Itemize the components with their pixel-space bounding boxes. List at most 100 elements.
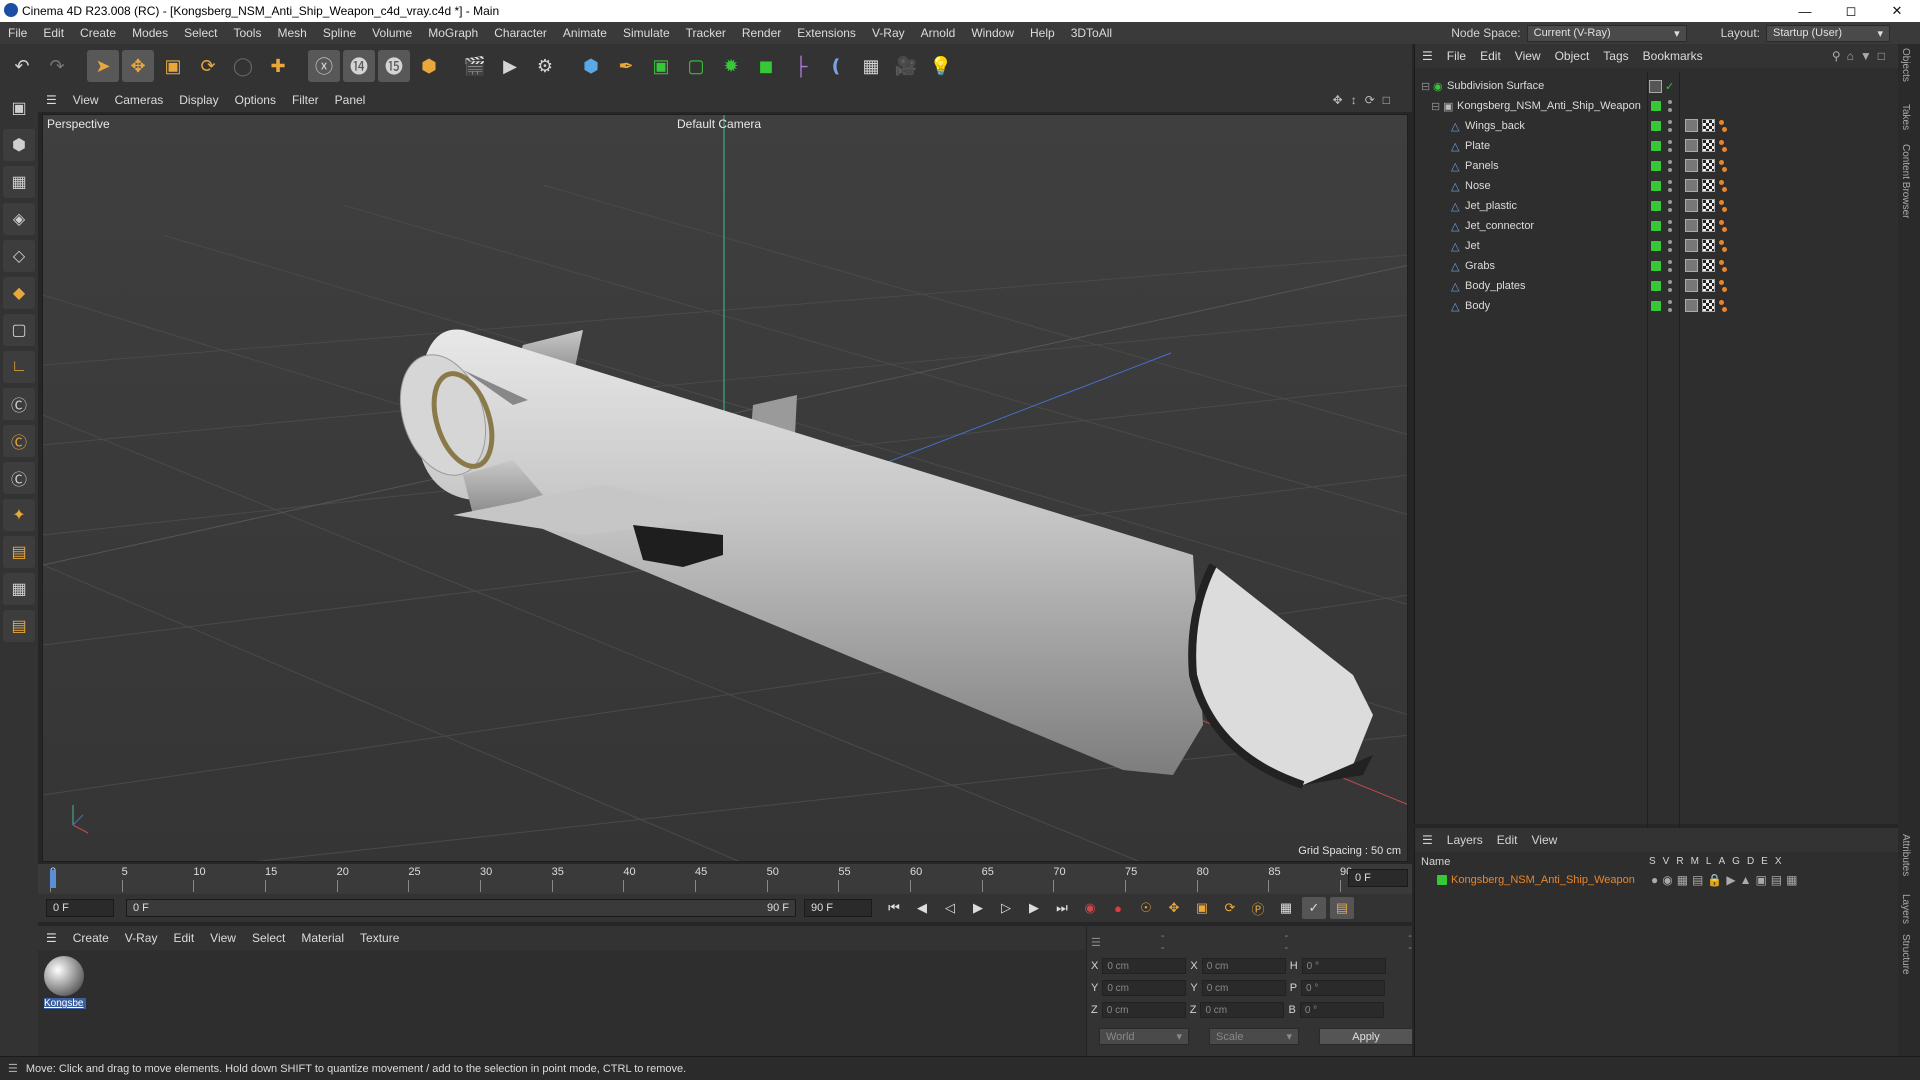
menu-mograph[interactable]: MoGraph bbox=[420, 26, 486, 40]
snap-icon[interactable]: Ⓒ bbox=[3, 388, 35, 420]
mograph-cloner-icon[interactable]: ◼ bbox=[750, 50, 782, 82]
layout-dropdown[interactable]: Startup (User) ▾ bbox=[1766, 24, 1890, 42]
position-z-input[interactable]: 0 cm bbox=[1101, 1002, 1186, 1018]
menu-mesh[interactable]: Mesh bbox=[269, 26, 314, 40]
object-row[interactable]: △ Body_plates bbox=[1415, 276, 1899, 296]
menu-simulate[interactable]: Simulate bbox=[615, 26, 678, 40]
scale-tool-icon[interactable]: ▣ bbox=[157, 50, 189, 82]
current-frame-field[interactable]: 0 F bbox=[1348, 869, 1408, 887]
previous-frame-icon[interactable]: ◁ bbox=[938, 897, 962, 919]
selection-tag-icon[interactable] bbox=[1722, 267, 1727, 272]
layer-row[interactable]: Kongsberg_NSM_Anti_Ship_Weapon ●◉▦▤🔒▶▲▣▤… bbox=[1415, 870, 1899, 890]
size-z-input[interactable]: 0 cm bbox=[1200, 1002, 1285, 1018]
hamburger-icon[interactable]: ☰ bbox=[0, 1062, 26, 1075]
material-tag-icon[interactable] bbox=[1702, 259, 1715, 272]
go-to-end-icon[interactable]: ⏭ bbox=[1050, 897, 1074, 919]
texture-tag-icon[interactable] bbox=[1685, 199, 1698, 212]
menu-animate[interactable]: Animate bbox=[555, 26, 615, 40]
layer-color-icon[interactable] bbox=[1651, 181, 1661, 191]
key-rotation-icon[interactable]: ⟳ bbox=[1218, 897, 1242, 919]
material-menu-texture[interactable]: Texture bbox=[352, 931, 407, 945]
maximize-button[interactable]: ◻ bbox=[1828, 0, 1874, 22]
visibility-dots-icon[interactable] bbox=[1668, 280, 1672, 292]
frame-range-slider[interactable]: 0 F 90 F bbox=[126, 899, 796, 917]
floor-environment-icon[interactable]: ▦ bbox=[855, 50, 887, 82]
viewport-menu-filter[interactable]: Filter bbox=[284, 93, 327, 107]
deformer-icon[interactable]: ├ bbox=[785, 50, 817, 82]
hamburger-icon[interactable]: ☰ bbox=[1415, 49, 1440, 63]
tab-layers[interactable]: Layers bbox=[1900, 894, 1911, 924]
autokey-icon[interactable]: ● bbox=[1106, 897, 1130, 919]
visibility-dots-icon[interactable] bbox=[1668, 240, 1672, 252]
record-icon[interactable]: ◉ bbox=[1078, 897, 1102, 919]
select-arrow-icon[interactable]: ➤ bbox=[87, 50, 119, 82]
tab-attributes[interactable]: Attributes bbox=[1900, 834, 1911, 876]
next-key-icon[interactable]: ▶ bbox=[1022, 897, 1046, 919]
collapse-icon[interactable]: ⊟ bbox=[1421, 80, 1430, 93]
menu-create[interactable]: Create bbox=[72, 26, 124, 40]
material-tag-icon[interactable] bbox=[1702, 119, 1715, 132]
menu-select[interactable]: Select bbox=[176, 26, 225, 40]
node-space-dropdown[interactable]: Current (V-Ray) ▾ bbox=[1526, 24, 1687, 42]
object-menu-tags[interactable]: Tags bbox=[1596, 49, 1635, 63]
layer-color-icon[interactable] bbox=[1651, 121, 1661, 131]
selection-tag-icon[interactable] bbox=[1722, 247, 1727, 252]
previous-key-icon[interactable]: ◀ bbox=[910, 897, 934, 919]
rotation-p-input[interactable]: 0 ° bbox=[1301, 980, 1386, 996]
coord-mode-dropdown[interactable]: Scale ▾ bbox=[1209, 1028, 1299, 1045]
object-row[interactable]: △ Jet_connector bbox=[1415, 216, 1899, 236]
live-select-icon[interactable]: ◯ bbox=[227, 50, 259, 82]
undo-icon[interactable]: ↶ bbox=[6, 50, 38, 82]
texture-tag-icon[interactable] bbox=[1685, 259, 1698, 272]
render-picture-viewer-icon[interactable]: ▶ bbox=[494, 50, 526, 82]
hamburger-icon[interactable]: ☰ bbox=[38, 931, 65, 945]
end-frame-field[interactable]: 90 F bbox=[804, 899, 872, 917]
make-editable-icon[interactable]: ▣ bbox=[3, 92, 35, 124]
selection-tag-icon[interactable] bbox=[1722, 187, 1727, 192]
enabled-check-icon[interactable]: ✓ bbox=[1665, 80, 1674, 93]
position-y-input[interactable]: 0 cm bbox=[1102, 980, 1187, 996]
hamburger-icon[interactable]: ☰ bbox=[1091, 936, 1101, 949]
material-tag-icon[interactable] bbox=[1702, 139, 1715, 152]
layer-color-icon[interactable] bbox=[1651, 141, 1661, 151]
render-settings-icon[interactable]: ⚙ bbox=[529, 50, 561, 82]
selection-tag-icon[interactable] bbox=[1722, 127, 1727, 132]
workplane-snap-icon[interactable]: Ⓒ bbox=[3, 462, 35, 494]
key-scale-icon[interactable]: ▣ bbox=[1190, 897, 1214, 919]
selection-tag-icon[interactable] bbox=[1719, 120, 1724, 125]
selection-tag-icon[interactable] bbox=[1722, 207, 1727, 212]
material-tag-icon[interactable] bbox=[1702, 299, 1715, 312]
material-menu-select[interactable]: Select bbox=[244, 931, 293, 945]
menu-3dtoall[interactable]: 3DToAll bbox=[1063, 26, 1120, 40]
viewport-camera-label[interactable]: Default Camera bbox=[677, 117, 761, 131]
menu-file[interactable]: File bbox=[0, 26, 35, 40]
size-x-input[interactable]: 0 cm bbox=[1201, 958, 1286, 974]
selection-tag-icon[interactable] bbox=[1719, 140, 1724, 145]
key-position-icon[interactable]: ✥ bbox=[1162, 897, 1186, 919]
y-axis-lock-icon[interactable]: ⓮ bbox=[343, 50, 375, 82]
texture-tag-icon[interactable] bbox=[1685, 279, 1698, 292]
selection-tag-icon[interactable] bbox=[1722, 147, 1727, 152]
texture-tag-icon[interactable] bbox=[1685, 159, 1698, 172]
menu-modes[interactable]: Modes bbox=[124, 26, 176, 40]
next-frame-icon[interactable]: ▷ bbox=[994, 897, 1018, 919]
keyframe-selection-icon[interactable]: ☉ bbox=[1134, 897, 1158, 919]
layer-menu-layers[interactable]: Layers bbox=[1440, 833, 1490, 847]
menu-tracker[interactable]: Tracker bbox=[678, 26, 734, 40]
object-row[interactable]: △ Jet_plastic bbox=[1415, 196, 1899, 216]
hamburger-icon[interactable]: ☰ bbox=[38, 93, 65, 107]
menu-vray[interactable]: V-Ray bbox=[864, 26, 913, 40]
material-menu-vray[interactable]: V-Ray bbox=[117, 931, 166, 945]
search-filter-icons[interactable]: ⚲⌂▼□ bbox=[1832, 49, 1891, 63]
object-row[interactable]: △ Panels bbox=[1415, 156, 1899, 176]
layer-color-icon[interactable] bbox=[1651, 241, 1661, 251]
collapse-icon[interactable]: ⊟ bbox=[1431, 100, 1440, 113]
layer-color-icon[interactable] bbox=[1651, 161, 1661, 171]
apply-button[interactable]: Apply bbox=[1319, 1028, 1413, 1045]
layer-menu-view[interactable]: View bbox=[1524, 833, 1564, 847]
visibility-dots-icon[interactable] bbox=[1668, 260, 1672, 272]
motion-mode-icon[interactable]: ✓ bbox=[1302, 897, 1326, 919]
visibility-dots-icon[interactable] bbox=[1668, 300, 1672, 312]
timeline-ruler[interactable]: 051015202530354045505560657075808590 0 F bbox=[38, 864, 1412, 894]
subdivision-generator-icon[interactable]: ▣ bbox=[645, 50, 677, 82]
